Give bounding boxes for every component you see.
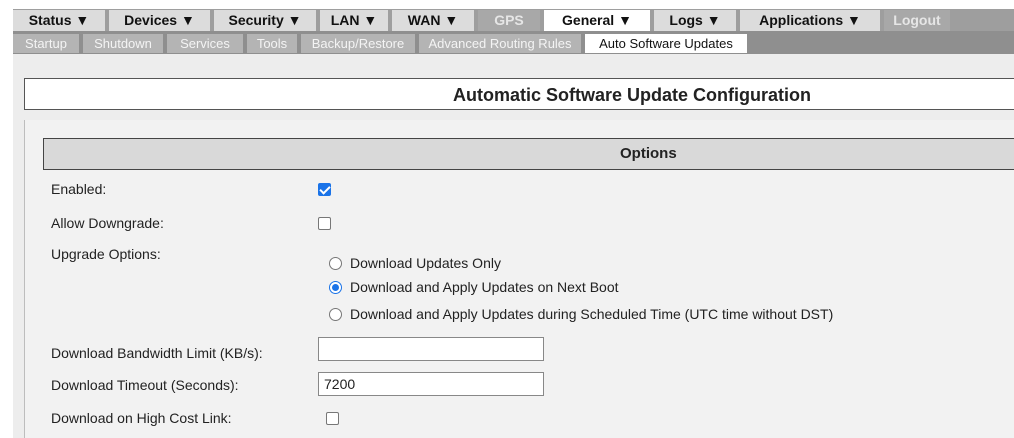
menu-wan[interactable]: WAN ▼ (392, 10, 474, 31)
tab-tools[interactable]: Tools (247, 34, 297, 53)
radio-apply-scheduled[interactable] (329, 308, 342, 321)
menu-applications[interactable]: Applications ▼ (740, 10, 880, 31)
enabled-checkbox[interactable] (318, 183, 331, 196)
radio-apply-next-boot-label: Download and Apply Updates on Next Boot (350, 279, 619, 295)
sub-tab-bar: Startup Shutdown Services Tools Backup/R… (13, 31, 1014, 54)
bandwidth-limit-input[interactable] (318, 337, 544, 361)
menu-logs[interactable]: Logs ▼ (654, 10, 736, 31)
menu-logout[interactable]: Logout (884, 10, 950, 31)
tab-backup-restore[interactable]: Backup/Restore (301, 34, 415, 53)
menu-status[interactable]: Status ▼ (13, 10, 105, 31)
tab-startup[interactable]: Startup (13, 34, 79, 53)
menu-general[interactable]: General ▼ (544, 10, 650, 31)
page-title-bar: Automatic Software Update Configuration (24, 78, 1014, 110)
tab-auto-software-updates[interactable]: Auto Software Updates (585, 34, 747, 53)
tab-advanced-routing-rules[interactable]: Advanced Routing Rules (419, 34, 581, 53)
download-timeout-label: Download Timeout (Seconds): (51, 377, 239, 393)
options-header: Options (43, 138, 1014, 170)
menu-lan[interactable]: LAN ▼ (320, 10, 388, 31)
menu-gps[interactable]: GPS (478, 10, 540, 31)
high-cost-link-label: Download on High Cost Link: (51, 410, 232, 426)
radio-download-only[interactable] (329, 257, 342, 270)
tab-services[interactable]: Services (167, 34, 243, 53)
allow-downgrade-label: Allow Downgrade: (51, 215, 164, 231)
tab-shutdown[interactable]: Shutdown (83, 34, 163, 53)
main-menu-bar: Status ▼ Devices ▼ Security ▼ LAN ▼ WAN … (13, 9, 1014, 31)
allow-downgrade-checkbox[interactable] (318, 217, 331, 230)
bandwidth-limit-label: Download Bandwidth Limit (KB/s): (51, 345, 263, 361)
upgrade-options-label: Upgrade Options: (51, 246, 161, 262)
download-timeout-input[interactable] (318, 372, 544, 396)
page-title: Automatic Software Update Configuration (453, 85, 812, 105)
options-title: Options (620, 145, 677, 162)
radio-apply-next-boot[interactable] (329, 281, 342, 294)
menu-security[interactable]: Security ▼ (214, 10, 316, 31)
radio-apply-scheduled-label: Download and Apply Updates during Schedu… (350, 306, 834, 322)
radio-download-only-label: Download Updates Only (350, 255, 501, 271)
enabled-label: Enabled: (51, 181, 107, 197)
high-cost-link-checkbox[interactable] (326, 412, 339, 425)
menu-devices[interactable]: Devices ▼ (109, 10, 210, 31)
